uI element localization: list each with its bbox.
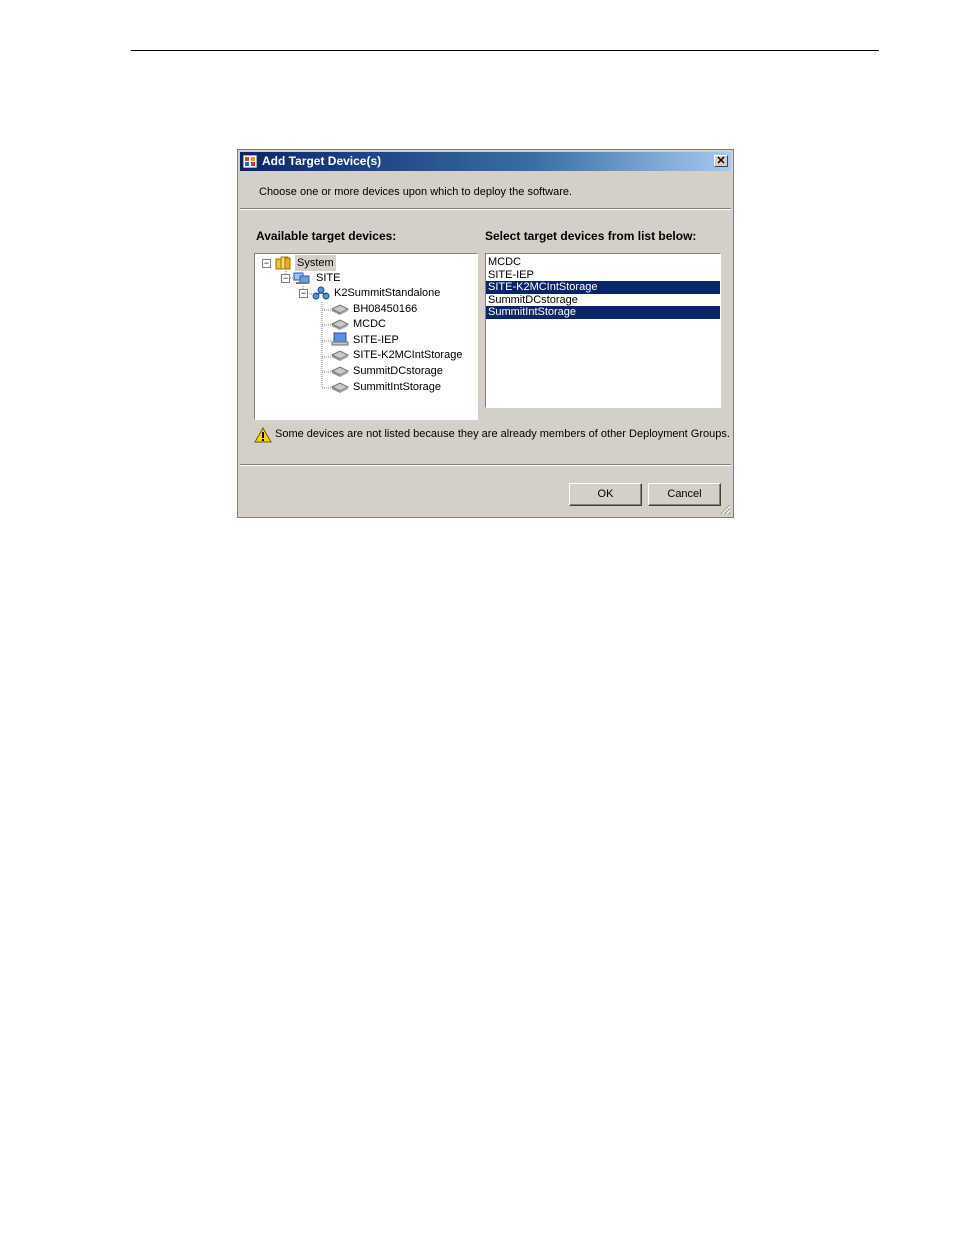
warning-message: Some devices are not listed because they… xyxy=(275,428,730,440)
tree-node-site-iep[interactable]: SITE-IEP xyxy=(255,332,475,348)
tree-node-bh08450166[interactable]: BH08450166 xyxy=(255,301,475,317)
tree-node-label: SummitDCstorage xyxy=(353,365,443,377)
tree-node-label: SITE-IEP xyxy=(353,334,399,346)
tree-node-summitintstorage[interactable]: SummitIntStorage xyxy=(255,379,475,395)
tree-node-k2summitstandalone[interactable]: − K2SummitStandalone xyxy=(255,285,475,301)
storage-device-icon xyxy=(331,382,349,393)
storage-device-icon xyxy=(331,319,349,330)
available-devices-tree[interactable]: − System − SITE − K2SummitStandalone BH0… xyxy=(254,253,478,420)
tree-node-label: SummitIntStorage xyxy=(353,381,442,393)
storage-device-icon xyxy=(331,350,349,361)
tree-node-label: K2SummitStandalone xyxy=(334,287,441,299)
selected-devices-list[interactable]: MCDC SITE-IEP SITE-K2MCIntStorage Summit… xyxy=(485,253,721,408)
warning-icon xyxy=(254,427,272,443)
list-item[interactable]: SummitIntStorage xyxy=(486,306,720,319)
divider xyxy=(240,208,731,210)
list-item[interactable]: SITE-K2MCIntStorage xyxy=(486,281,720,294)
computer-icon xyxy=(331,332,349,346)
tree-node-label: System xyxy=(295,255,336,271)
tree-node-label: BH08450166 xyxy=(353,303,418,315)
available-devices-label: Available target devices: xyxy=(256,229,397,243)
resize-grip-icon[interactable] xyxy=(719,503,731,515)
site-icon xyxy=(293,272,310,284)
storage-device-icon xyxy=(331,304,349,315)
ok-button[interactable]: OK xyxy=(569,483,642,506)
collapse-icon[interactable]: − xyxy=(299,289,308,298)
page-header-rule xyxy=(131,50,879,51)
tree-node-label: SITE xyxy=(316,272,341,284)
list-item[interactable]: SITE-IEP xyxy=(486,269,720,282)
network-group-icon xyxy=(312,286,330,300)
list-item[interactable]: SummitDCstorage xyxy=(486,294,720,307)
tree-node-label: SITE-K2MCIntStorage xyxy=(353,349,463,361)
divider xyxy=(240,464,731,466)
folder-icon xyxy=(275,256,291,270)
tree-node-system[interactable]: − System xyxy=(255,255,475,271)
app-icon xyxy=(243,155,257,168)
cancel-button[interactable]: Cancel xyxy=(648,483,721,506)
collapse-icon[interactable]: − xyxy=(281,274,290,283)
storage-device-icon xyxy=(331,366,349,377)
tree-node-mcdc[interactable]: MCDC xyxy=(255,316,475,332)
title-bar[interactable]: Add Target Device(s) ✕ xyxy=(240,152,731,171)
list-item[interactable]: MCDC xyxy=(486,256,720,269)
instruction-text: Choose one or more devices upon which to… xyxy=(259,186,573,198)
tree-node-label: MCDC xyxy=(353,318,386,330)
close-icon[interactable]: ✕ xyxy=(714,155,728,167)
tree-node-site-k2mcintstorage[interactable]: SITE-K2MCIntStorage xyxy=(255,347,475,363)
dialog-title: Add Target Device(s) xyxy=(262,154,382,168)
collapse-icon[interactable]: − xyxy=(262,259,271,268)
tree-node-site[interactable]: − SITE xyxy=(255,270,475,286)
tree-node-summitdcstorage[interactable]: SummitDCstorage xyxy=(255,363,475,379)
add-target-devices-dialog: Add Target Device(s) ✕ Choose one or mor… xyxy=(237,149,734,518)
select-devices-label: Select target devices from list below: xyxy=(485,229,697,243)
